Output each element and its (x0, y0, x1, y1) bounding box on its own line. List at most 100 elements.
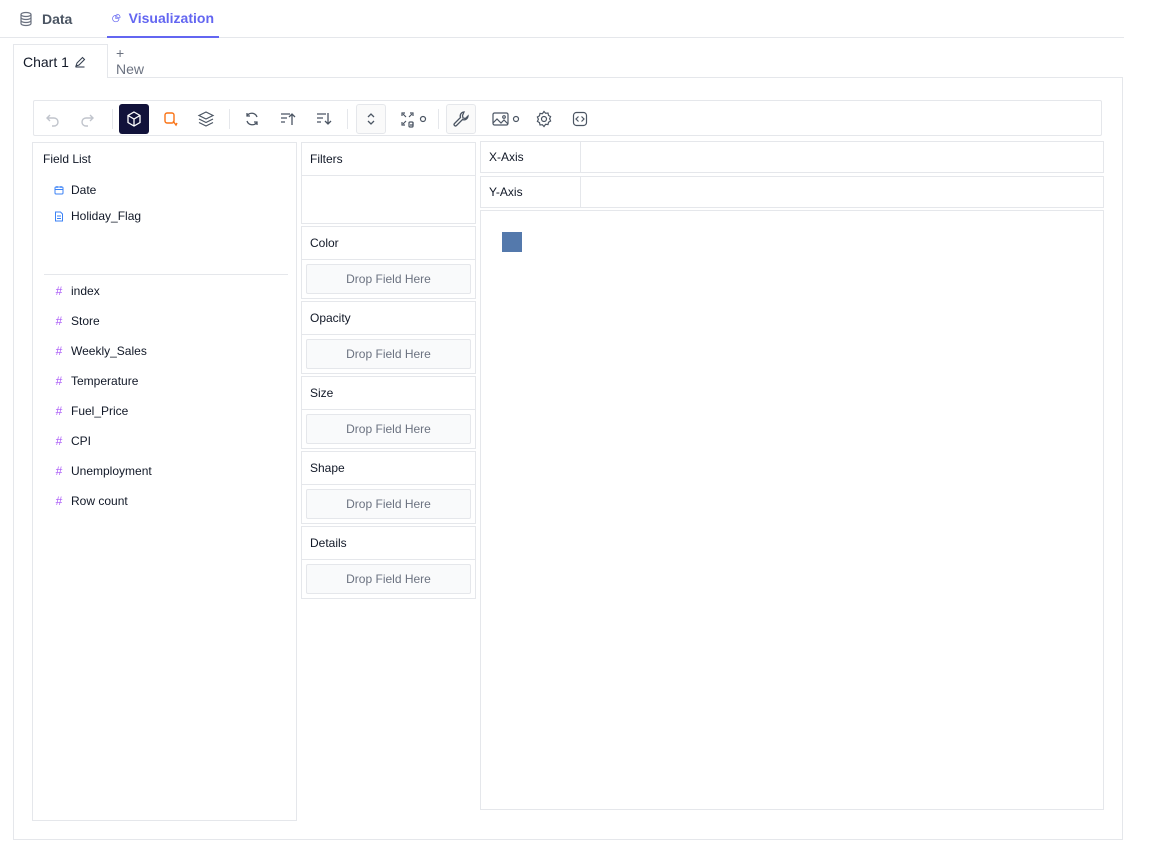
chart-mark (502, 232, 522, 252)
expand-collapse-button[interactable] (356, 104, 386, 134)
hash-icon: # (55, 374, 63, 388)
y-axis-drop-zone[interactable] (581, 177, 1103, 207)
hash-icon: # (55, 314, 63, 328)
sort-ascending-button[interactable] (273, 104, 303, 134)
filters-panel: Filters (301, 142, 476, 224)
filters-title: Filters (302, 143, 475, 176)
resize-button[interactable] (394, 104, 434, 134)
hash-icon: # (55, 434, 63, 448)
shape-panel: Shape Drop Field Here (301, 451, 476, 524)
text-file-icon (53, 211, 65, 222)
field-label: Date (71, 183, 97, 197)
sort-descending-button[interactable] (309, 104, 339, 134)
cube-icon (127, 111, 141, 127)
undo-button[interactable] (38, 104, 68, 134)
x-axis-drop-zone[interactable] (581, 142, 1103, 172)
hash-icon: # (55, 284, 63, 298)
chart-canvas (480, 210, 1104, 810)
toolbar-divider (112, 109, 113, 129)
field-unemployment[interactable]: # Unemployment (53, 462, 152, 480)
sort-ascending-icon (281, 113, 296, 125)
field-label: Store (71, 314, 100, 328)
hash-icon: # (55, 344, 63, 358)
edit-icon[interactable] (74, 56, 86, 68)
opacity-panel: Opacity Drop Field Here (301, 301, 476, 374)
image-export-icon (492, 112, 520, 126)
hash-icon: # (55, 404, 63, 418)
field-index[interactable]: # index (53, 282, 100, 300)
layers-button[interactable] (191, 104, 221, 134)
wrench-button[interactable] (446, 104, 476, 134)
details-title: Details (302, 527, 475, 560)
field-store[interactable]: # Store (53, 312, 100, 330)
toolbar (33, 100, 1102, 136)
field-holiday-flag[interactable]: Holiday_Flag (53, 207, 141, 225)
calendar-icon (53, 185, 65, 195)
field-fuel-price[interactable]: # Fuel_Price (53, 402, 129, 420)
details-drop-zone[interactable]: Drop Field Here (306, 564, 471, 594)
wrench-icon (453, 111, 469, 127)
field-label: Unemployment (71, 464, 152, 478)
toolbar-divider (347, 109, 348, 129)
paint-button[interactable] (156, 104, 186, 134)
field-row-count[interactable]: # Row count (53, 492, 128, 510)
field-label: Weekly_Sales (71, 344, 147, 358)
field-list-panel: Field List Date Holiday_Flag # index # S… (32, 142, 297, 821)
chart-tab-label: Chart 1 (23, 53, 69, 70)
color-title: Color (302, 227, 475, 260)
shape-title: Shape (302, 452, 475, 485)
shape-drop-zone[interactable]: Drop Field Here (306, 489, 471, 519)
tab-visualization-label: Visualization (128, 10, 214, 26)
filters-drop-zone[interactable] (302, 176, 475, 224)
layers-icon (197, 111, 215, 127)
field-label: Temperature (71, 374, 139, 388)
sort-descending-icon (317, 113, 332, 125)
y-axis-shelf: Y-Axis (480, 176, 1104, 208)
color-panel: Color Drop Field Here (301, 226, 476, 299)
opacity-title: Opacity (302, 302, 475, 335)
tab-visualization[interactable]: Visualization (107, 0, 219, 38)
toolbar-divider (229, 109, 230, 129)
settings-button[interactable] (529, 104, 559, 134)
field-list-divider (44, 274, 288, 275)
refresh-button[interactable] (237, 104, 267, 134)
details-panel: Details Drop Field Here (301, 526, 476, 599)
hash-icon: # (55, 494, 63, 508)
undo-icon (46, 114, 59, 127)
field-date[interactable]: Date (53, 181, 96, 199)
field-temperature[interactable]: # Temperature (53, 372, 139, 390)
size-drop-zone[interactable]: Drop Field Here (306, 414, 471, 444)
tab-data-label: Data (42, 11, 73, 27)
field-weekly-sales[interactable]: # Weekly_Sales (53, 342, 147, 360)
tab-data[interactable]: Data (13, 0, 77, 38)
y-axis-label: Y-Axis (481, 177, 581, 207)
field-label: Fuel_Price (71, 404, 129, 418)
field-cpi[interactable]: # CPI (53, 432, 91, 450)
hash-icon: # (55, 464, 63, 478)
field-list-title: Field List (43, 152, 92, 166)
field-label: Holiday_Flag (71, 209, 142, 223)
field-label: Row count (71, 494, 128, 508)
redo-icon (81, 114, 94, 127)
expand-collapse-icon (367, 113, 375, 125)
mark-type-button[interactable] (119, 104, 149, 134)
pie-chart-icon (112, 13, 121, 23)
tab-chart-1[interactable]: Chart 1 (13, 44, 108, 78)
field-label: index (71, 284, 100, 298)
size-title: Size (302, 377, 475, 410)
color-drop-zone[interactable]: Drop Field Here (306, 264, 471, 294)
database-icon (20, 11, 32, 27)
redo-button[interactable] (72, 104, 102, 134)
settings-icon (536, 110, 552, 128)
size-panel: Size Drop Field Here (301, 376, 476, 449)
toolbar-divider (438, 109, 439, 129)
new-chart-button[interactable]: + New (116, 44, 144, 78)
code-button[interactable] (565, 104, 595, 134)
code-icon (572, 111, 588, 127)
x-axis-label: X-Axis (481, 142, 581, 172)
opacity-drop-zone[interactable]: Drop Field Here (306, 339, 471, 369)
paint-icon (164, 112, 178, 127)
resize-icon (401, 112, 427, 128)
x-axis-shelf: X-Axis (480, 141, 1104, 173)
image-export-button[interactable] (486, 104, 526, 134)
